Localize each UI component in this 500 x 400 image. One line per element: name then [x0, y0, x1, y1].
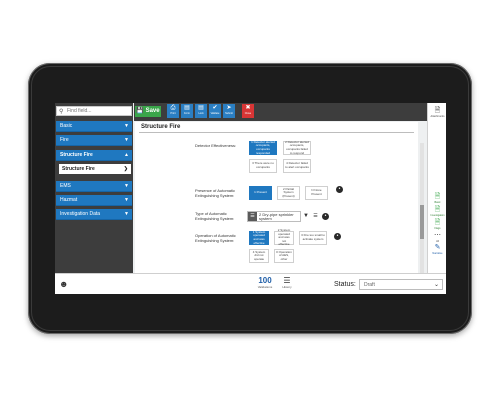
operation-option-2[interactable]: 2 System operated and was not effective — [274, 228, 294, 246]
detector-label: Detector Effectiveness: — [195, 143, 237, 148]
check-doc-icon: 🗎 — [434, 193, 441, 200]
type-label: Type of Automatic Extinguishing System: — [195, 211, 235, 221]
search-input[interactable] — [67, 107, 129, 115]
history-icon: ☰ — [283, 276, 291, 285]
chevron-right-icon: ❯ — [123, 166, 128, 172]
sidebar-item-label: Fire — [60, 137, 69, 143]
check-doc-icon: 🗎 — [434, 206, 441, 213]
right-strip: 🗎 Attachments 🗎 Basic 🗎 Investigation 🗎 … — [427, 103, 446, 273]
sidebar-item-fire[interactable]: Fire ▼ — [56, 135, 132, 146]
status-label: Status: — [334, 281, 356, 288]
basic-check-button[interactable]: 🗎 Basic — [430, 193, 445, 204]
chevron-down-icon: ▼ — [124, 211, 129, 217]
attachments-button[interactable]: 🗎 Attachments — [430, 107, 445, 118]
scrollbar[interactable] — [420, 143, 424, 273]
form-button[interactable]: ▤ Form — [181, 104, 193, 118]
user-icon[interactable]: ☻ — [59, 279, 68, 289]
clear-icon[interactable]: • — [322, 213, 329, 220]
submit-button[interactable]: ➤ Submit — [223, 104, 235, 118]
detector-option-1[interactable]: 1 Detector alerted occupants, occupants … — [249, 140, 277, 155]
operation-option-3[interactable]: 3 Fire too small to activate system — [299, 231, 327, 245]
operation-option-4[interactable]: 4 System did not operate — [249, 249, 269, 263]
lock-icon: ▤ — [198, 105, 204, 111]
toolbar: 💾 Save ⎙ Print ▤ Form ▤ Lock ✔ Validate … — [134, 103, 432, 121]
chevron-up-icon: ▲ — [124, 152, 129, 158]
chevron-down-icon: ▼ — [124, 183, 129, 189]
validations-counter[interactable]: 100 Validations — [254, 276, 276, 289]
presence-option-n[interactable]: N None Present — [305, 186, 328, 200]
sidebar-item-ems[interactable]: EMS ▼ — [56, 181, 132, 192]
all-button[interactable]: ⋯ All — [430, 232, 445, 243]
chevron-down-icon[interactable]: ▼ — [303, 213, 309, 219]
detector-option-2[interactable]: 2 Detector alerted occupants, occupants … — [283, 140, 311, 155]
operation-option-1[interactable]: 1 System operated and was effective — [249, 230, 269, 245]
main-form: Structure Fire Detector Effectiveness: 1… — [135, 122, 418, 273]
form-icon: ▤ — [184, 105, 190, 111]
scrollbar-thumb[interactable] — [420, 205, 424, 239]
clear-icon[interactable]: • — [334, 233, 341, 240]
list-view-icon[interactable]: ☰ — [312, 213, 319, 220]
lock-button[interactable]: ▤ Lock — [195, 104, 207, 118]
chevron-down-icon: ▼ — [124, 137, 129, 143]
submit-icon: ➤ — [226, 105, 232, 111]
printer-icon: ⎙ — [170, 105, 176, 111]
presence-label: Presence of Automatic Extinguishing Syst… — [195, 188, 236, 198]
operation-label: Operation of Automatic Extinguishing Sys… — [195, 233, 236, 243]
sidebar-subitem-box[interactable]: Structure Fire ❯ — [59, 164, 131, 174]
validate-button[interactable]: ✔ Validate — [209, 104, 221, 118]
sidebar-subitem-label: Structure Fire — [62, 166, 95, 172]
sidebar-item-label: Basic — [60, 123, 73, 129]
bottom-bar: ☻ 100 Validations ☰ History Status: Draf… — [55, 273, 446, 294]
list-icon: ☰ — [248, 212, 257, 221]
sidebar-item-label: Hazmat — [60, 197, 78, 203]
search-icon: ⚲ — [59, 109, 64, 115]
status-select[interactable]: Draft ⌄ — [359, 279, 443, 290]
type-select[interactable]: ☰ 2 Dry-pipe sprinkler system — [247, 211, 301, 222]
flags-check-button[interactable]: 🗎 Flags — [430, 219, 445, 230]
validate-icon: ✔ — [212, 105, 218, 111]
sidebar-item-hazmat[interactable]: Hazmat ▼ — [56, 195, 132, 206]
save-button[interactable]: 💾 Save — [135, 106, 161, 117]
chevron-down-icon: ▼ — [124, 197, 129, 203]
sidebar-item-label: EMS — [60, 183, 71, 189]
tablet-frame: ⚲ Basic ▼ Fire ▼ Structure Fire ▲ Struct… — [28, 63, 472, 334]
presence-option-2[interactable]: 2 Partial System (Present) — [277, 186, 300, 200]
section-title: Structure Fire — [141, 124, 181, 130]
history-button[interactable]: ☰ History — [280, 276, 294, 289]
section-divider — [139, 132, 414, 133]
search-box[interactable]: ⚲ — [56, 106, 132, 116]
chevron-down-icon: ▼ — [124, 123, 129, 129]
chevron-down-icon: ⌄ — [433, 282, 439, 288]
sidebar: ⚲ Basic ▼ Fire ▼ Structure Fire ▲ Struct… — [55, 103, 133, 273]
document-icon: 🗎 — [434, 107, 441, 114]
more-icon: ⋯ — [434, 232, 441, 239]
sidebar-item-basic[interactable]: Basic ▼ — [56, 121, 132, 132]
sidebar-subitem-structure-fire[interactable]: Structure Fire ❯ — [56, 163, 132, 176]
close-button[interactable]: ✖ Close — [242, 104, 254, 118]
clear-icon[interactable]: • — [336, 186, 343, 193]
save-icon: 💾 — [136, 108, 144, 114]
sidebar-item-label: Structure Fire — [60, 152, 93, 158]
print-button[interactable]: ⎙ Print — [167, 104, 179, 118]
detector-option-4[interactable]: 4 Detector failed to alert occupants — [283, 159, 311, 173]
operation-option-0[interactable]: 0 Operation of AES, other — [274, 249, 294, 263]
sidebar-item-label: Investigation Data — [60, 211, 101, 217]
sidebar-item-investigation-data[interactable]: Investigation Data ▼ — [56, 209, 132, 220]
investigation-check-button[interactable]: 🗎 Investigation — [430, 206, 445, 217]
app-screen: ⚲ Basic ▼ Fire ▼ Structure Fire ▲ Struct… — [55, 103, 446, 294]
narrative-button[interactable]: ✎ Narrative — [430, 244, 445, 255]
detector-option-3[interactable]: 3 There were no occupants — [249, 159, 277, 173]
presence-option-1[interactable]: 1 Present — [249, 186, 272, 200]
sidebar-item-structure-fire[interactable]: Structure Fire ▲ — [56, 150, 132, 161]
narrative-icon: ✎ — [434, 244, 441, 251]
check-doc-icon: 🗎 — [434, 219, 441, 226]
close-icon: ✖ — [245, 105, 251, 111]
